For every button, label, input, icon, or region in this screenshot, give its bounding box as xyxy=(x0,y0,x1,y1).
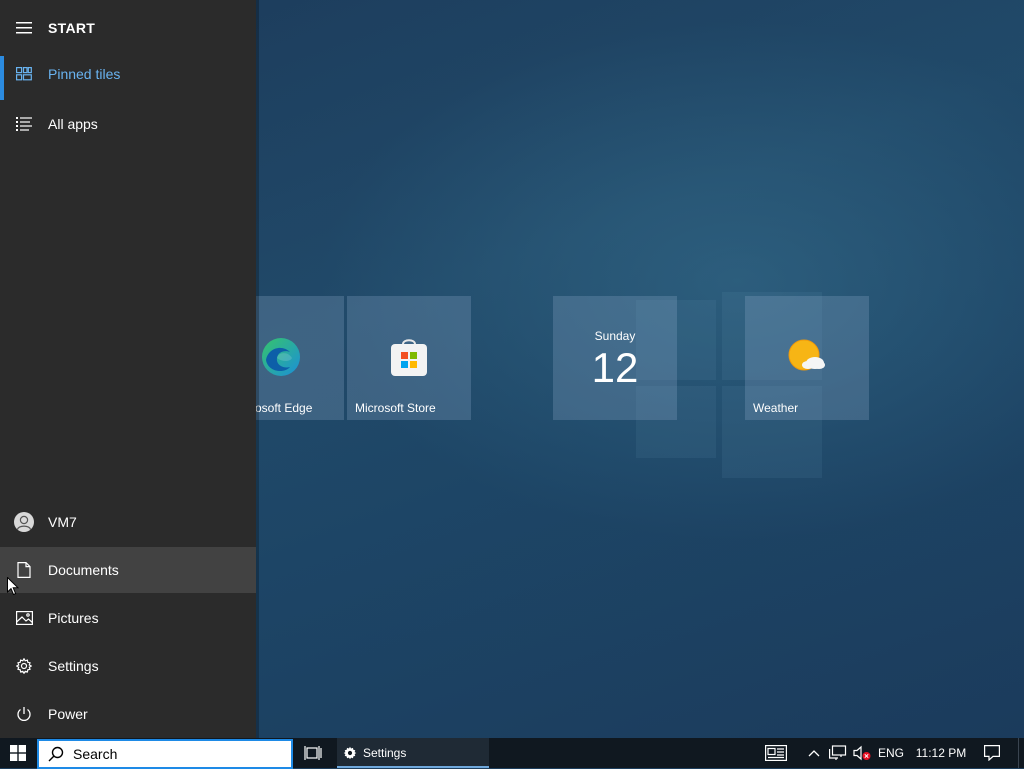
edge-icon xyxy=(260,336,302,381)
nav-all-apps[interactable]: All apps xyxy=(0,101,256,147)
language-indicator[interactable]: ENG xyxy=(874,738,908,768)
tile-label: Microsoft Store xyxy=(355,401,436,415)
task-view-button[interactable] xyxy=(296,738,330,768)
start-button[interactable] xyxy=(0,738,36,768)
show-desktop-button[interactable] xyxy=(1018,738,1024,768)
mouse-cursor-icon xyxy=(7,576,20,601)
weather-icon xyxy=(786,336,828,381)
task-view-icon xyxy=(304,746,322,760)
nav-label: Power xyxy=(48,706,88,722)
news-and-interests-icon[interactable] xyxy=(760,738,792,768)
notifications-icon[interactable] xyxy=(978,738,1006,768)
nav-label: Pinned tiles xyxy=(48,66,121,82)
nav-documents[interactable]: Documents xyxy=(0,547,256,593)
nav-label: Settings xyxy=(48,658,99,674)
calendar-date: 12 xyxy=(591,344,639,391)
taskbar-search-box[interactable]: Search xyxy=(37,739,293,769)
tile-weather[interactable]: Weather xyxy=(745,296,869,420)
hamburger-menu-icon[interactable] xyxy=(0,22,48,34)
nav-settings[interactable]: Settings xyxy=(0,643,256,689)
gear-icon xyxy=(0,658,48,674)
nav-power[interactable]: Power xyxy=(0,691,256,737)
document-icon xyxy=(0,562,48,578)
clock[interactable]: 11:12 PM xyxy=(910,738,972,768)
nav-label: Pictures xyxy=(48,610,99,626)
nav-label: Documents xyxy=(48,562,119,578)
nav-label: VM7 xyxy=(48,514,77,530)
store-icon xyxy=(388,336,430,381)
nav-pinned-tiles[interactable]: Pinned tiles xyxy=(0,51,256,100)
tile-calendar[interactable]: Sunday 12 xyxy=(553,296,677,420)
language-label: ENG xyxy=(877,746,904,760)
list-icon xyxy=(0,117,48,131)
start-title: START xyxy=(48,20,96,36)
user-avatar-icon xyxy=(0,512,48,532)
show-hidden-icons-chevron-icon[interactable] xyxy=(804,738,824,768)
pictures-icon xyxy=(0,611,48,625)
nav-label: All apps xyxy=(48,116,98,132)
volume-muted-icon[interactable] xyxy=(851,738,873,768)
windows-logo-icon xyxy=(10,745,26,761)
gear-icon xyxy=(343,746,357,760)
tiles-icon xyxy=(0,67,48,81)
tile-label: osoft Edge xyxy=(255,401,313,415)
taskbar: Search Settings ENG 11:12 PM xyxy=(0,738,1024,769)
start-header: START xyxy=(0,6,256,50)
calendar-day: Sunday xyxy=(594,329,636,343)
clock-time: 11:12 PM xyxy=(915,746,967,760)
nav-pictures[interactable]: Pictures xyxy=(0,595,256,641)
tile-microsoft-store[interactable]: Microsoft Store xyxy=(347,296,471,420)
power-icon xyxy=(0,706,48,722)
search-placeholder: Search xyxy=(73,746,118,762)
nav-user-account[interactable]: VM7 xyxy=(0,499,256,545)
taskbar-app-label: Settings xyxy=(363,746,407,760)
tile-label: Weather xyxy=(753,401,799,415)
start-sidebar: START Pinned tiles All apps VM7 Document… xyxy=(0,0,259,738)
avatar xyxy=(14,512,34,532)
network-icon[interactable] xyxy=(827,738,849,768)
taskbar-app-settings[interactable]: Settings xyxy=(337,738,489,768)
search-icon xyxy=(39,746,73,762)
